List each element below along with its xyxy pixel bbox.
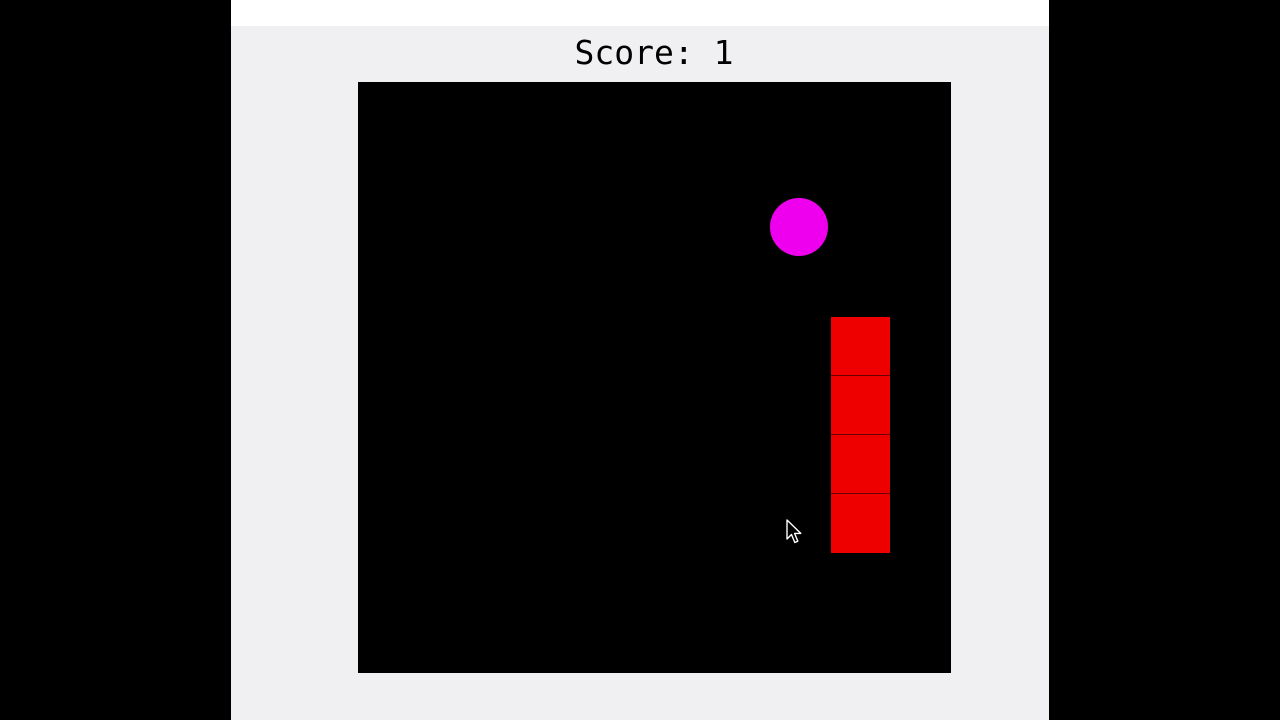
mouse-pointer-icon [786,519,802,544]
snake-body-segment [831,494,890,553]
food-pellet [770,198,828,256]
snake-body-segment [831,435,890,494]
snake-head-segment [831,317,890,376]
score-value: 1 [713,33,734,72]
snake-body-segment [831,376,890,435]
score-label: Score: [574,33,694,72]
game-board[interactable] [358,82,951,673]
window-top-strip [231,0,1049,26]
game-window: Score: 1 [231,0,1049,720]
screen-backdrop: Score: 1 [0,0,1280,720]
score-display: Score: 1 [231,31,1077,75]
